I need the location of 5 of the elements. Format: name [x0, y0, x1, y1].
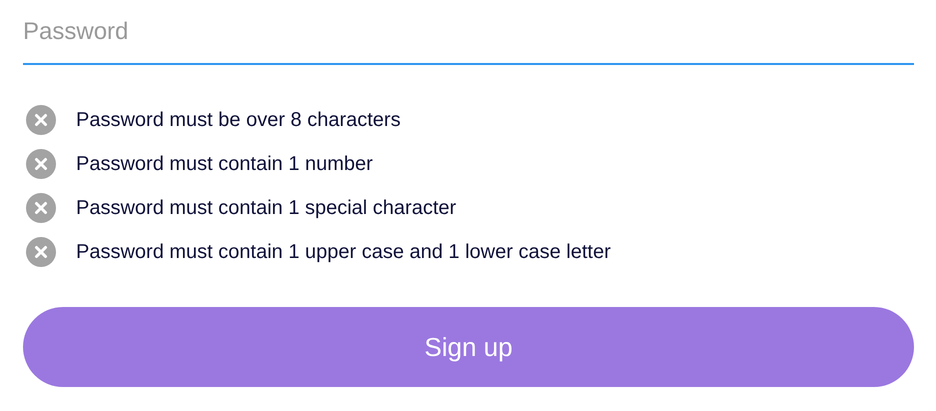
sign-up-button[interactable]: Sign up [23, 307, 914, 387]
rule-text: Password must contain 1 upper case and 1 lower case letter [76, 240, 611, 264]
rule-text: Password must contain 1 special character [76, 196, 456, 220]
rule-text: Password must contain 1 number [76, 152, 373, 176]
rule-text: Password must be over 8 characters [76, 108, 401, 132]
